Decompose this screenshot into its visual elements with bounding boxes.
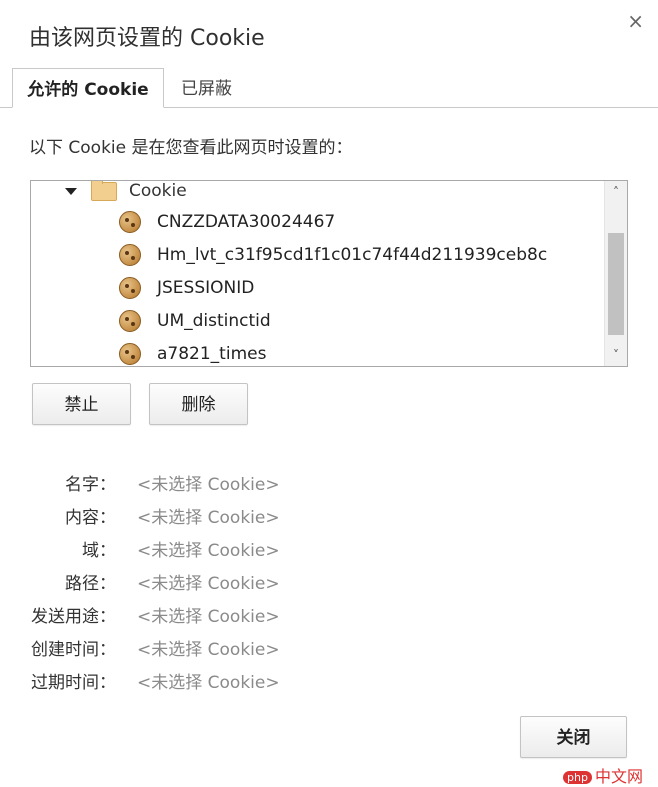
tab-blocked[interactable]: 已屏蔽 (181, 68, 232, 108)
cookie-name: Hm_lvt_c31f95cd1f1c01c74f44d211939ceb8c (157, 245, 548, 265)
folder-icon (91, 181, 117, 201)
detail-label: 创建时间： (31, 640, 116, 660)
scrollbar-thumb[interactable] (608, 233, 624, 335)
close-button[interactable]: 关闭 (520, 716, 627, 758)
expand-triangle-icon[interactable] (65, 187, 77, 195)
cookie-folder-node[interactable]: Cookie (65, 181, 187, 202)
cookie-list-item[interactable]: CNZZDATA30024467 (119, 209, 335, 235)
tab-bar: 允许的 Cookie 已屏蔽 (0, 68, 658, 108)
close-icon[interactable]: × (627, 9, 644, 33)
detail-row-path: 路径： <未选择 Cookie> (0, 569, 658, 595)
scroll-down-icon[interactable]: ˅ (605, 346, 627, 364)
cookie-name: JSESSIONID (157, 278, 255, 298)
cookie-name: CNZZDATA30024467 (157, 212, 336, 232)
detail-label: 域： (82, 541, 116, 561)
detail-value: <未选择 Cookie> (137, 673, 280, 693)
detail-label: 发送用途： (31, 607, 116, 627)
cookie-tree[interactable]: Cookie CNZZDATA30024467 Hm_lvt_c31f95cd1… (30, 180, 628, 367)
watermark-badge: php (563, 771, 592, 784)
cookie-icon (119, 277, 141, 299)
watermark: php 中文网 (563, 763, 643, 787)
cookie-icon (119, 244, 141, 266)
vertical-scrollbar[interactable]: ˄ ˅ (604, 181, 627, 366)
detail-value: <未选择 Cookie> (137, 508, 280, 528)
detail-value: <未选择 Cookie> (137, 574, 280, 594)
cookie-icon (119, 310, 141, 332)
detail-row-created: 创建时间： <未选择 Cookie> (0, 635, 658, 661)
cookie-list-item[interactable]: a7821_times (119, 341, 267, 366)
detail-row-name: 名字： <未选择 Cookie> (0, 470, 658, 496)
detail-row-content: 内容： <未选择 Cookie> (0, 503, 658, 529)
block-button[interactable]: 禁止 (32, 383, 131, 425)
detail-value: <未选择 Cookie> (137, 475, 280, 495)
detail-value: <未选择 Cookie> (137, 541, 280, 561)
cookie-icon (119, 343, 141, 365)
watermark-text: 中文网 (594, 767, 643, 786)
detail-value: <未选择 Cookie> (137, 640, 280, 660)
cookie-list-item[interactable]: UM_distinctid (119, 308, 271, 334)
detail-row-domain: 域： <未选择 Cookie> (0, 536, 658, 562)
cookie-name: a7821_times (157, 344, 267, 364)
folder-label: Cookie (129, 181, 187, 201)
cookie-icon (119, 211, 141, 233)
detail-label: 路径： (65, 574, 116, 594)
detail-label: 内容： (65, 508, 116, 528)
scroll-up-icon[interactable]: ˄ (605, 183, 627, 201)
detail-label: 过期时间： (31, 673, 116, 693)
detail-row-expires: 过期时间： <未选择 Cookie> (0, 668, 658, 694)
cookie-name: UM_distinctid (157, 311, 271, 331)
tab-allowed-cookies[interactable]: 允许的 Cookie (12, 68, 164, 108)
cookie-list-item[interactable]: JSESSIONID (119, 275, 254, 301)
description-text: 以下 Cookie 是在您查看此网页时设置的： (29, 138, 353, 158)
detail-value: <未选择 Cookie> (137, 607, 280, 627)
cookie-list-item[interactable]: Hm_lvt_c31f95cd1f1c01c74f44d211939ceb8c (119, 242, 547, 268)
dialog-title: 由该网页设置的 Cookie (29, 26, 265, 51)
detail-label: 名字： (65, 475, 116, 495)
delete-button[interactable]: 删除 (149, 383, 248, 425)
detail-row-send-for: 发送用途： <未选择 Cookie> (0, 602, 658, 628)
